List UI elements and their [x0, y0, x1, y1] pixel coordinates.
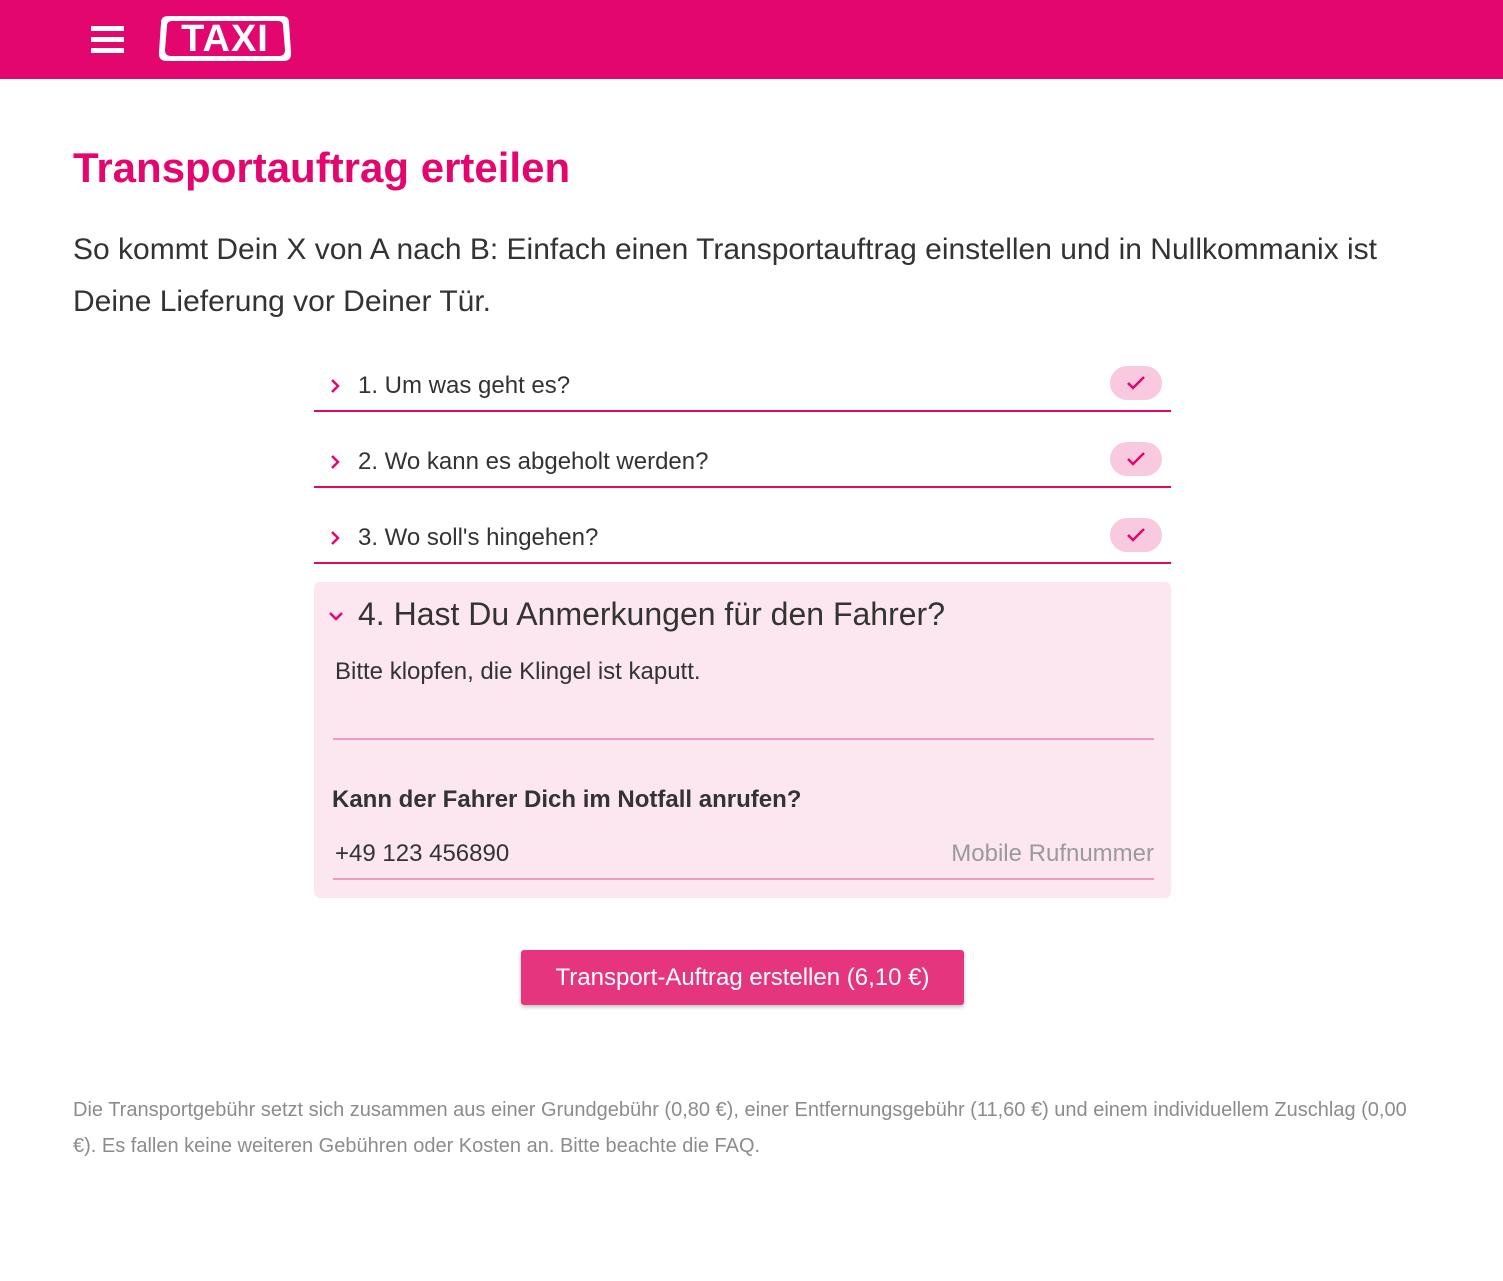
step-2-label: 2. Wo kann es abgeholt werden? [358, 448, 709, 475]
step-1-header[interactable]: 1. Um was geht es? [314, 366, 1171, 412]
driver-note-textarea[interactable]: Bitte klopfen, die Klingel ist kaputt. [333, 650, 1154, 740]
step-3-check-badge [1110, 518, 1162, 552]
page-title: Transportauftrag erteilen [73, 144, 571, 191]
intro-text: So kommt Dein X von A nach B: Einfach ei… [73, 233, 1378, 318]
step-3-label: 3. Wo soll's hingehen? [358, 524, 599, 551]
taxi-logo[interactable]: TAXI [158, 14, 292, 63]
checkmark-icon [1127, 528, 1145, 542]
taxi-logo-text: TAXI [181, 18, 269, 60]
chevron-right-icon [331, 455, 340, 469]
fee-info-text: Die Transportgebühr setzt sich zusammen … [73, 1099, 1407, 1157]
step-2-header[interactable]: 2. Wo kann es abgeholt werden? [314, 442, 1171, 488]
step-3-header[interactable]: 3. Wo soll's hingehen? [314, 518, 1171, 564]
phone-input[interactable]: +49 123 456890 Mobile Rufnummer [333, 836, 1154, 880]
create-transport-order-button[interactable]: Transport-Auftrag erstellen (6,10 €) [521, 950, 964, 1005]
chevron-right-icon [331, 379, 340, 393]
step-1-label: 1. Um was geht es? [358, 372, 571, 399]
hamburger-menu-icon[interactable] [91, 25, 125, 55]
phone-input-hint: Mobile Rufnummer [951, 840, 1154, 867]
emergency-call-label: Kann der Fahrer Dich im Notfall anrufen? [332, 786, 802, 813]
step-2-check-badge [1110, 442, 1162, 476]
step-4-title[interactable]: 4. Hast Du Anmerkungen für den Fahrer? [358, 596, 945, 633]
checkmark-icon [1127, 452, 1145, 466]
phone-input-value: +49 123 456890 [335, 840, 510, 867]
step-1-check-badge [1110, 366, 1162, 400]
chevron-right-icon [331, 531, 340, 545]
step-4-panel: 4. Hast Du Anmerkungen für den Fahrer? B… [314, 582, 1171, 898]
chevron-down-icon[interactable] [328, 606, 344, 626]
checkmark-icon [1127, 376, 1145, 390]
top-bar: TAXI [0, 0, 1503, 79]
